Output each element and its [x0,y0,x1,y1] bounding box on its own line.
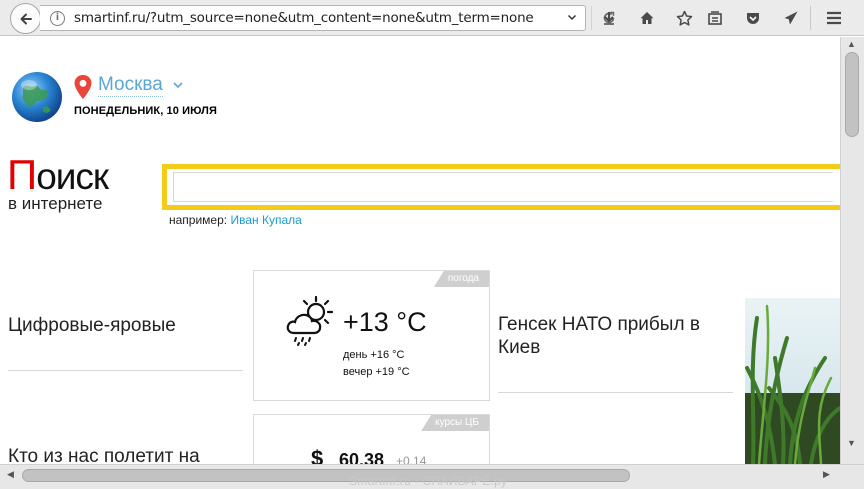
cloud-rain-sun-icon [286,295,334,346]
scroll-left-arrow-icon[interactable]: ◀ [7,469,14,480]
page-content: Москва ПОНЕДЕЛЬНИК, 10 ИЮЛЯ Поиск в инте… [0,37,840,464]
dollar-symbol: $ [311,446,324,464]
example-link[interactable]: Иван Купала [230,213,301,227]
example-label: например: [169,213,228,227]
news-link-right-1[interactable]: Генсек НАТО прибыл в Киев [498,313,728,359]
weather-card[interactable]: погода +13 °C день +16 °C вечер +19 °C [253,270,490,401]
search-example: например: Иван Купала [169,213,302,227]
logo-word: оиск [36,156,109,197]
url-text[interactable]: smartinf.ru/?utm_source=none&utm_content… [74,10,566,26]
dollar-rate: 60.38 [339,450,385,464]
info-icon[interactable]: i [50,11,65,26]
watermark: Smartinf.ru - СПАЙВАРЕ.ру [349,474,508,488]
divider [498,392,733,393]
site-logo[interactable]: Поиск [7,154,109,197]
back-arrow-icon [20,13,32,24]
send-icon[interactable] [780,7,802,29]
dropdown-chevron-icon[interactable] [567,10,577,25]
weather-tag: погода [433,271,489,287]
download-icon[interactable] [598,7,620,29]
rates-tag: курсы ЦБ [421,415,489,431]
current-temperature: +13 °C [343,307,427,337]
city-chevron-icon[interactable] [173,78,183,92]
browser-toolbar: i smartinf.ru/?utm_source=none&utm_conte… [0,0,864,36]
star-icon[interactable] [673,7,695,29]
current-date: ПОНЕДЕЛЬНИК, 10 ИЮЛЯ [74,105,217,117]
pocket-icon[interactable] [742,7,764,29]
news-photo[interactable] [745,298,840,464]
divider [8,370,243,371]
toolbar-separator [810,6,811,30]
logo-first-letter: П [7,151,37,198]
hamburger-menu-icon[interactable] [823,7,845,29]
search-box [162,164,840,210]
globe-logo-icon[interactable] [9,69,69,129]
back-button[interactable] [10,3,41,34]
scroll-up-arrow-icon[interactable]: ▲ [847,39,856,49]
vertical-scrollbar[interactable]: ▲ ▼ [840,37,864,464]
vertical-scroll-thumb[interactable] [845,52,859,137]
day-temperature: день +16 °C [343,349,405,361]
news-link-left-2[interactable]: Кто из нас полетит на [8,445,238,464]
home-icon[interactable] [636,7,658,29]
scroll-down-arrow-icon[interactable]: ▼ [847,438,856,448]
dollar-rate-change: +0.14 [396,454,427,464]
search-input[interactable] [173,172,833,202]
evening-temperature: вечер +19 °C [343,366,410,378]
reading-list-icon[interactable] [704,7,726,29]
logo-subtitle: в интернете [8,194,103,213]
news-link-left-1[interactable]: Цифровые-яровые [8,314,238,337]
city-selector[interactable]: Москва [98,74,163,97]
location-pin-icon [74,75,92,99]
horizontal-scroll-thumb[interactable] [22,469,630,482]
url-bar[interactable]: i smartinf.ru/?utm_source=none&utm_conte… [40,5,615,31]
currency-rates-card[interactable]: курсы ЦБ $ 60.38 +0.14 [253,414,490,464]
scroll-right-arrow-icon[interactable]: ▶ [823,469,830,480]
